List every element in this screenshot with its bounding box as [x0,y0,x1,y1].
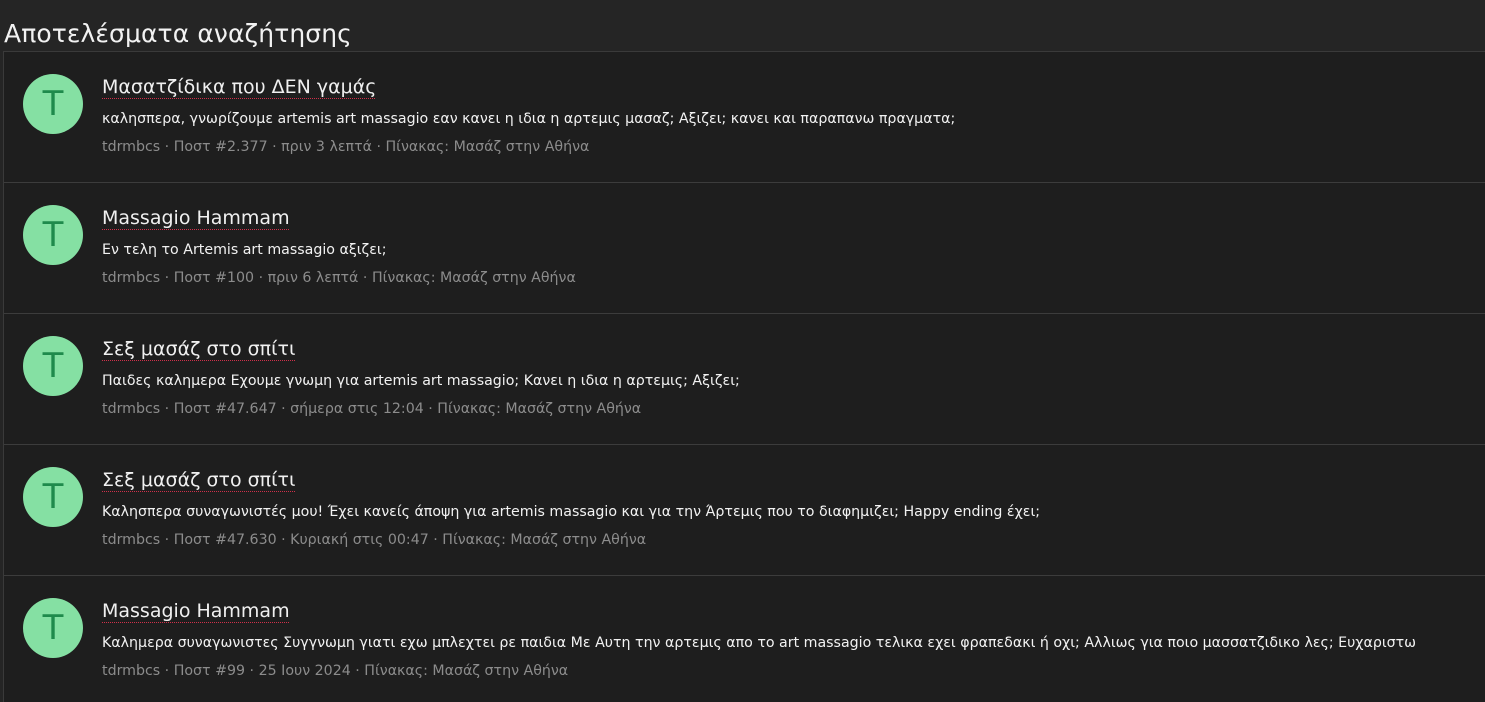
result-title-link[interactable]: Massagio Hammam [102,598,290,624]
author-link[interactable]: tdrmbcs [102,532,160,548]
result-title-link[interactable]: Σεξ μασάζ στο σπίτι [102,336,295,362]
result-snippet: Καλησπερα συναγωνιστές μου! Έχει κανείς … [102,504,1041,520]
post-time: πριν 3 λεπτά [281,139,372,155]
board-link[interactable]: Πίνακας: Μασάζ στην Αθήνα [442,532,646,548]
avatar[interactable]: T [23,598,83,658]
result-meta: tdrmbcs · Ποστ #47.647 · σήμερα στις 12:… [102,401,642,417]
post-time: Κυριακή στις 00:47 [290,532,429,548]
list-item: T Σεξ μασάζ στο σπίτι Καλησπερα συναγωνι… [4,445,1485,576]
result-meta: tdrmbcs · Ποστ #99 · 25 Ιουν 2024 · Πίνα… [102,663,569,679]
post-time: σήμερα στις 12:04 [290,401,424,417]
result-meta: tdrmbcs · Ποστ #100 · πριν 6 λεπτά · Πίν… [102,270,576,286]
results-list: T Μασατζίδικα που ΔΕΝ γαμάς καλησπερα, γ… [3,51,1485,702]
list-item: T Massagio Hammam Καλημερα συναγωνιστες … [4,576,1485,702]
board-link[interactable]: Πίνακας: Μασάζ στην Αθήνα [372,270,576,286]
author-link[interactable]: tdrmbcs [102,401,160,417]
result-title-link[interactable]: Σεξ μασάζ στο σπίτι [102,467,295,493]
list-item: T Massagio Hammam Εν τελη το Artemis art… [4,183,1485,314]
post-time: πριν 6 λεπτά [267,270,359,286]
author-link[interactable]: tdrmbcs [102,663,160,679]
avatar[interactable]: T [23,467,83,527]
list-item: T Σεξ μασάζ στο σπίτι Παιδες καλημερα Εχ… [4,314,1485,445]
result-meta: tdrmbcs · Ποστ #2.377 · πριν 3 λεπτά · Π… [102,139,590,155]
author-link[interactable]: tdrmbcs [102,270,160,286]
post-number-link[interactable]: Ποστ #99 [174,663,245,679]
list-item: T Μασατζίδικα που ΔΕΝ γαμάς καλησπερα, γ… [4,52,1485,183]
avatar[interactable]: T [23,74,83,134]
post-number-link[interactable]: Ποστ #100 [174,270,254,286]
post-number-link[interactable]: Ποστ #47.630 [174,532,277,548]
result-snippet: Καλημερα συναγωνιστες Συγγνωμη γιατι εχω… [102,635,1417,651]
author-link[interactable]: tdrmbcs [102,139,160,155]
board-link[interactable]: Πίνακας: Μασάζ στην Αθήνα [437,401,641,417]
result-title-link[interactable]: Massagio Hammam [102,205,290,231]
post-number-link[interactable]: Ποστ #2.377 [174,139,268,155]
result-snippet: Παιδες καλημερα Εχουμε γνωμη για artemis… [102,373,740,389]
avatar[interactable]: T [23,336,83,396]
board-link[interactable]: Πίνακας: Μασάζ στην Αθήνα [386,139,590,155]
post-time: 25 Ιουν 2024 [258,663,351,679]
result-snippet: καλησπερα, γνωρίζουμε artemis art massag… [102,111,956,127]
result-snippet: Εν τελη το Artemis art massagio αξιζει; [102,242,387,258]
result-meta: tdrmbcs · Ποστ #47.630 · Κυριακή στις 00… [102,532,647,548]
result-title-link[interactable]: Μασατζίδικα που ΔΕΝ γαμάς [102,74,376,100]
search-results-page: Αποτελέσματα αναζήτησης T Μασατζίδικα πο… [0,0,1485,702]
post-number-link[interactable]: Ποστ #47.647 [174,401,277,417]
board-link[interactable]: Πίνακας: Μασάζ στην Αθήνα [364,663,568,679]
avatar[interactable]: T [23,205,83,265]
